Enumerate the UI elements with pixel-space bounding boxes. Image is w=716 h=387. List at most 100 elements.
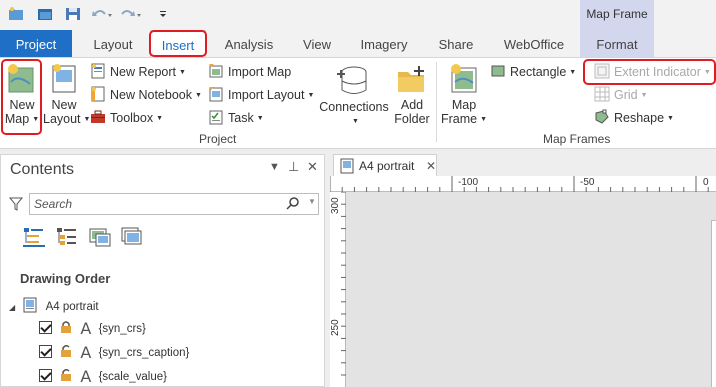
ruler-label: 250: [330, 319, 341, 336]
tab-analysis[interactable]: Analysis: [216, 30, 282, 57]
list-by-source-icon[interactable]: [56, 227, 78, 247]
customize-toolbar-icon[interactable]: [158, 7, 168, 21]
tab-format[interactable]: Format: [580, 30, 654, 57]
map-frame-icon: [451, 64, 477, 93]
rectangle-label: Rectangle: [510, 65, 567, 79]
tab-weboffice[interactable]: WebOffice: [494, 30, 574, 57]
unlock-icon[interactable]: [60, 344, 72, 358]
collapse-icon[interactable]: ◢: [9, 303, 15, 312]
reshape-button[interactable]: Reshape ▼: [594, 109, 674, 125]
search-dropdown-icon[interactable]: ▼: [308, 197, 316, 206]
map-frame-label-1: Map: [451, 98, 477, 112]
list-by-drawing-order-icon[interactable]: [23, 227, 45, 247]
notebook-icon: [91, 86, 105, 102]
toolbox-label: Toolbox: [110, 111, 154, 125]
new-notebook-caret-icon: ▼: [195, 92, 202, 99]
group-separator: [436, 62, 437, 142]
tree-item[interactable]: A {syn_crs}: [39, 320, 146, 338]
map-frame-label-2: Frame: [441, 112, 478, 126]
task-caret-icon: ▼: [256, 115, 264, 122]
new-report-label: New Report: [110, 65, 176, 79]
pane-options-icon[interactable]: ▼: [269, 161, 280, 173]
ruler-label: -100: [458, 177, 479, 188]
extent-indicator-highlight: [583, 59, 716, 85]
ruler-ticks: [330, 176, 709, 192]
search-icon[interactable]: [286, 197, 300, 211]
grid-button[interactable]: Grid ▼: [594, 86, 648, 102]
tab-imagery[interactable]: Imagery: [352, 30, 416, 57]
visibility-checkbox[interactable]: [39, 345, 52, 358]
add-folder-label-1: Add: [400, 98, 424, 112]
horizontal-ruler: -100 -50 0: [330, 176, 716, 192]
insert-tab-highlight: [149, 30, 207, 57]
ruler-label: 0: [703, 177, 709, 188]
new-project-icon[interactable]: [8, 7, 24, 21]
filter-icon[interactable]: [9, 197, 23, 211]
map-frame-context-header: Map Frame: [580, 0, 654, 30]
drawing-order-heading: Drawing Order: [20, 271, 111, 286]
list-by-snapshot-icon[interactable]: [121, 227, 143, 247]
close-tab-icon[interactable]: ✕: [426, 155, 436, 177]
task-button[interactable]: Task ▼: [208, 109, 264, 125]
rectangle-icon: [491, 65, 505, 77]
visibility-checkbox[interactable]: [39, 321, 52, 334]
tab-layout[interactable]: Layout: [84, 30, 142, 57]
close-icon[interactable]: ✕: [307, 159, 318, 175]
report-icon: [91, 63, 105, 79]
tree-item[interactable]: A {scale_value}: [39, 368, 167, 386]
new-report-button[interactable]: New Report ▼: [90, 63, 186, 79]
task-label: Task: [228, 111, 254, 125]
tab-project[interactable]: Project: [0, 30, 72, 57]
vertical-ruler: 300 250: [330, 192, 346, 387]
import-layout-label: Import Layout: [228, 88, 305, 102]
new-layout-button[interactable]: New Layout ▼: [43, 60, 90, 130]
open-project-icon[interactable]: [37, 7, 53, 21]
pin-icon[interactable]: ⊥: [288, 159, 299, 175]
list-by-element-type-icon[interactable]: [89, 227, 111, 247]
search-box: ▼: [29, 193, 319, 215]
tree-item[interactable]: A {syn_crs_caption}: [39, 344, 189, 362]
layout-page[interactable]: [711, 220, 716, 387]
rectangle-button[interactable]: Rectangle ▼: [490, 63, 576, 79]
new-layout-icon: [52, 64, 76, 93]
ribbon-insert: New Map ▼ New Layout ▼ New Report ▼ New Noteb…: [0, 57, 716, 149]
map-frame-button[interactable]: Map Frame ▼: [441, 60, 487, 130]
new-map-highlight: [1, 59, 42, 135]
rectangle-caret-icon: ▼: [569, 69, 577, 76]
reshape-label: Reshape: [614, 111, 665, 125]
new-layout-label-2: Layout: [43, 112, 81, 126]
tree-item-label: {syn_crs}: [98, 323, 146, 335]
toolbox-caret-icon: ▼: [156, 115, 164, 122]
lock-icon[interactable]: [60, 320, 72, 334]
toolbox-button[interactable]: Toolbox ▼: [90, 109, 163, 125]
search-input[interactable]: [34, 196, 274, 212]
redo-icon[interactable]: [120, 7, 142, 21]
document-tab[interactable]: A4 portrait ✕: [333, 154, 437, 176]
layout-view: A4 portrait ✕ -100 -50 0 300 250: [330, 154, 716, 387]
import-map-button[interactable]: Import Map: [208, 63, 291, 79]
tab-share[interactable]: Share: [428, 30, 484, 57]
layout-icon: [23, 297, 37, 313]
layout-canvas[interactable]: [346, 192, 716, 387]
connections-label: Connections: [319, 100, 389, 114]
new-notebook-button[interactable]: New Notebook ▼: [90, 86, 202, 102]
import-layout-icon: [209, 87, 223, 102]
project-group-label: Project: [199, 132, 237, 146]
undo-icon[interactable]: [91, 7, 113, 21]
add-folder-button[interactable]: Add Folder: [393, 60, 431, 130]
import-layout-button[interactable]: Import Layout ▼: [208, 86, 314, 102]
contents-pane: Contents ▼ ⊥ ✕ ▼ Drawing Order ◢ A4 port…: [0, 154, 325, 387]
task-icon: [209, 110, 223, 125]
connections-button[interactable]: Connections ▼: [319, 60, 389, 130]
contents-title: Contents: [10, 161, 75, 178]
import-map-label: Import Map: [228, 65, 292, 79]
ruler-label: -50: [580, 177, 595, 188]
visibility-checkbox[interactable]: [39, 369, 52, 382]
tree-root-a4-portrait[interactable]: ◢ A4 portrait: [9, 297, 99, 315]
new-layout-label-1: New: [51, 98, 77, 112]
unlock-icon[interactable]: [60, 368, 72, 382]
save-project-icon[interactable]: [65, 7, 81, 21]
ruler-ticks: [341, 192, 346, 376]
tab-view[interactable]: View: [292, 30, 342, 57]
tree-item-label: {scale_value}: [98, 371, 167, 383]
